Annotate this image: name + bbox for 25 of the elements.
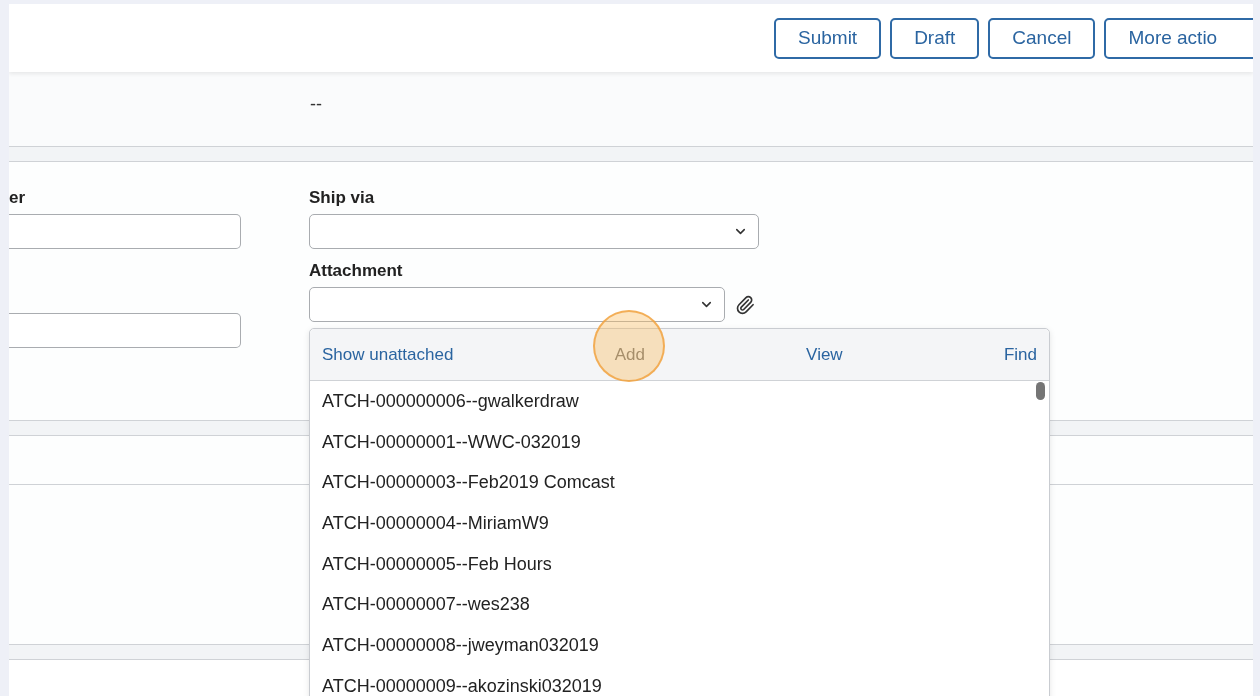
field-label: er [9,188,27,209]
paperclip-icon[interactable] [735,294,755,315]
summary-value: -- [310,94,322,114]
action-button[interactable]: Submit [774,17,882,59]
attachment-option[interactable]: ATCH-000000006--gwalkerdraw [310,381,1049,422]
attachment-option[interactable]: ATCH-00000009--akozinski032019 [310,665,1049,696]
attachment-option[interactable]: ATCH-00000007--wes238 [310,584,1049,626]
attachment-option[interactable]: ATCH-00000008--jweyman032019 [310,625,1049,666]
attachment-select[interactable] [309,287,725,322]
scrollbar-thumb[interactable] [1036,382,1045,400]
dropdown-action-link[interactable]: View [806,344,843,365]
action-button[interactable]: More actio [1104,17,1253,59]
dropdown-action-link[interactable]: Show unattached [322,344,454,365]
input-field[interactable] [9,313,241,348]
attachment-option[interactable]: ATCH-00000003--Feb2019 Comcast [310,462,1049,504]
field-label: Attachment [309,261,404,282]
attachment-option[interactable]: ATCH-00000005--Feb Hours [310,543,1049,585]
ship-via-select[interactable] [309,214,759,249]
input-field[interactable] [9,214,241,249]
attachment-option[interactable]: ATCH-00000004--MiriamW9 [310,503,1049,544]
action-button[interactable]: Cancel [988,17,1096,59]
attachment-option[interactable]: ATCH-00000001--WWC-032019 [310,421,1049,463]
dropdown-action-link[interactable]: Find [1003,344,1037,365]
field-label: Ship via [309,188,376,209]
action-button[interactable]: Draft [890,17,980,59]
